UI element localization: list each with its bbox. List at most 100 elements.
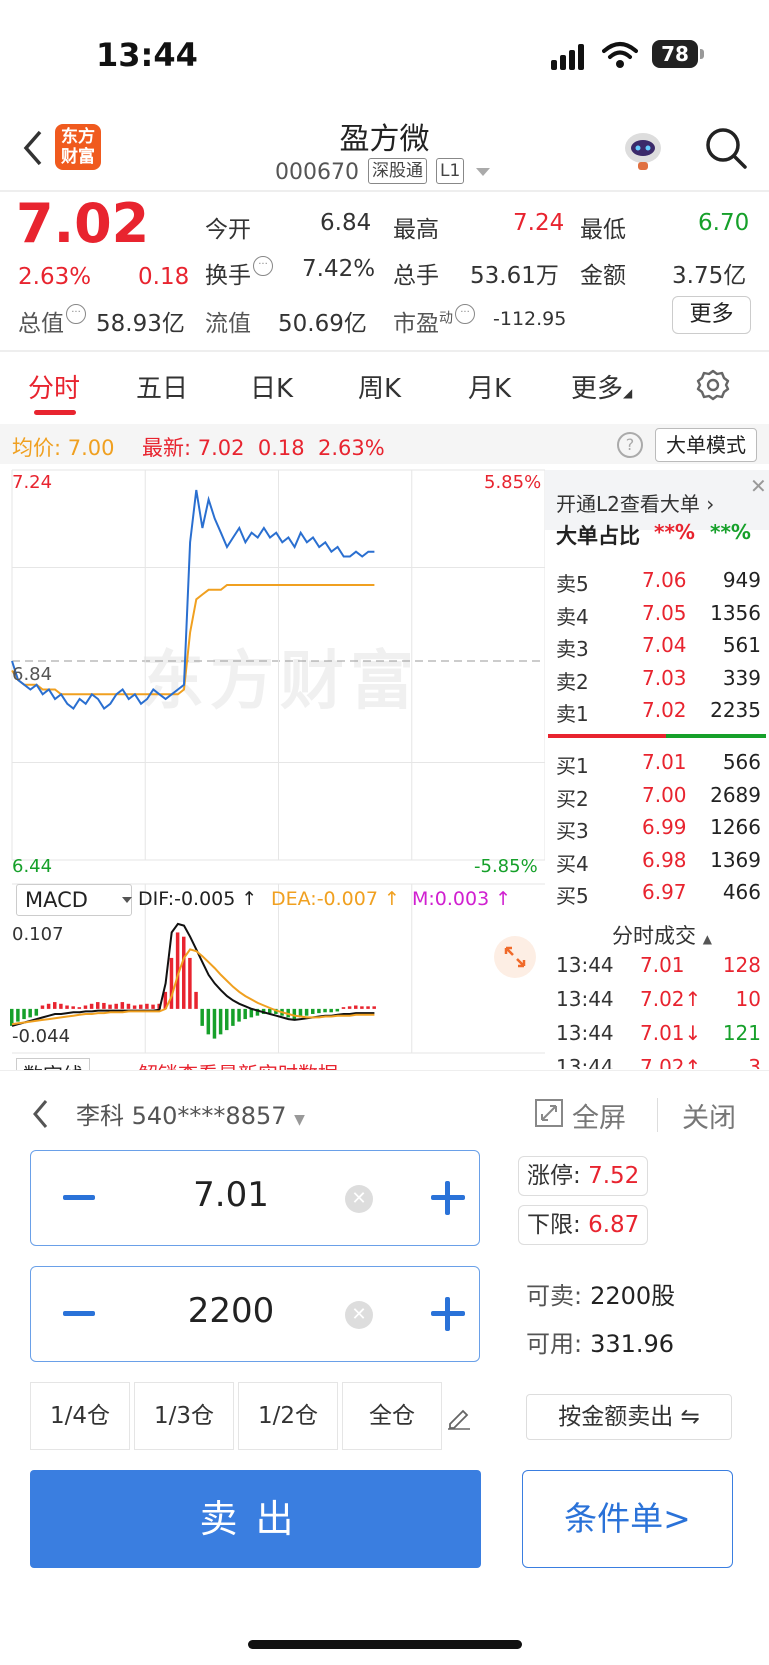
tab-more[interactable]: 更多◢ [571, 368, 632, 405]
macd-bar [206, 1008, 211, 1035]
macd-bar [366, 1006, 370, 1009]
fullscreen-icon[interactable] [534, 1098, 564, 1128]
position-full-button[interactable]: 全仓 [342, 1382, 442, 1450]
quantity-minus-button[interactable] [63, 1311, 95, 1316]
ask-level: 卖4 [556, 604, 589, 629]
chevron-left-icon[interactable] [30, 1097, 52, 1131]
mktcap-label: 总值 ··· [18, 304, 86, 338]
wifi-icon [602, 42, 638, 68]
indicator-selector[interactable]: MACD [16, 884, 132, 916]
quantity-input[interactable]: 2200 [131, 1291, 331, 1331]
pe-info-icon[interactable]: ··· [455, 304, 475, 324]
macd-bar [34, 1008, 39, 1016]
ask-level: 卖3 [556, 637, 589, 661]
price-plus-button[interactable] [431, 1181, 465, 1215]
dea-value: DEA:-0.007 ↑ [271, 888, 400, 910]
tick-time: 13:44 [556, 1055, 614, 1069]
bid-row[interactable]: 买2 7.00 2689 [556, 783, 761, 813]
ask-price: 7.03 [642, 665, 687, 690]
macd-bar [96, 1002, 100, 1009]
bid-row[interactable]: 买1 7.01 566 [556, 750, 761, 780]
bid-row[interactable]: 买3 6.99 1266 [556, 815, 761, 845]
help-icon[interactable]: ? [617, 432, 643, 458]
macd-bar [108, 1004, 112, 1009]
macd-bar [71, 1006, 75, 1009]
macd-bar [28, 1008, 32, 1018]
ask-row[interactable]: 卖5 7.06 949 [556, 568, 761, 598]
macd-bar [139, 1004, 143, 1009]
macd-bar [120, 1002, 125, 1009]
tick-row: 13:44 7.01 128 [556, 953, 761, 983]
stock-code: 000670 [275, 160, 359, 185]
limit-down-badge[interactable]: 下限: 6.87 [518, 1205, 649, 1245]
fullscreen-button[interactable]: 全屏 [572, 1096, 626, 1135]
position-half-button[interactable]: 1/2仓 [238, 1382, 338, 1450]
price-clear-icon[interactable]: ✕ [345, 1185, 373, 1213]
account-selector[interactable]: 李科 540****8857 ▼ [76, 1096, 305, 1131]
pe-value: -112.95 [493, 308, 567, 330]
close-icon[interactable]: ✕ [750, 474, 767, 498]
macd-bar [65, 1005, 69, 1009]
ticks-title[interactable]: 分时成交 ▲ [612, 920, 712, 950]
sellable-qty: 可卖: 2200股 [526, 1282, 676, 1310]
bid-row[interactable]: 买5 6.97 466 [556, 880, 761, 910]
bid-price: 6.97 [642, 880, 687, 904]
sell-by-amount-button[interactable]: 按金额卖出 ⇋ [526, 1394, 732, 1440]
macd-bar [89, 1003, 94, 1009]
tick-volume: 121 [722, 1021, 761, 1045]
tick-volume: 10 [735, 987, 761, 1011]
bid-volume: 566 [722, 750, 761, 774]
price-stepper: 7.01 ✕ [30, 1150, 480, 1246]
more-quote-button[interactable]: 更多 [672, 296, 751, 334]
tab-monthly-k[interactable]: 月K [468, 368, 511, 405]
limit-up-badge[interactable]: 涨停: 7.52 [518, 1156, 649, 1196]
tab-intraday[interactable]: 分时 [28, 368, 80, 405]
price-minus-button[interactable] [63, 1195, 95, 1200]
intraday-chart[interactable] [0, 466, 545, 1070]
turnover-info-icon[interactable]: ··· [253, 256, 273, 276]
big-ratio-label: 大单占比 [556, 524, 640, 548]
macd-bar [22, 1008, 26, 1020]
close-button[interactable]: 关闭 [682, 1096, 736, 1135]
ask-row[interactable]: 卖4 7.05 1356 [556, 601, 761, 631]
status-time: 13:44 [96, 36, 198, 74]
latest-price: 最新: 7.02 0.18 2.63% [142, 436, 385, 460]
ask-row[interactable]: 卖2 7.03 339 [556, 666, 761, 696]
amount-label: 金额 [580, 263, 626, 289]
chart-grid [11, 469, 545, 1054]
sell-button[interactable]: 卖出 [30, 1470, 481, 1568]
conditional-order-button[interactable]: 条件单> [522, 1470, 733, 1568]
change-percent: 2.63% [18, 264, 92, 290]
macd-bar [372, 1006, 376, 1009]
robot-assistant-icon[interactable] [620, 126, 666, 172]
tab-weekly-k[interactable]: 周K [358, 368, 401, 405]
divider [657, 1098, 658, 1132]
price-input[interactable]: 7.01 [131, 1175, 331, 1215]
tab-five-day[interactable]: 五日 [136, 368, 188, 405]
edit-icon[interactable] [446, 1404, 472, 1430]
expand-chart-button[interactable] [494, 936, 536, 978]
bid-level: 买2 [556, 786, 589, 811]
stock-dropdown-icon[interactable] [476, 168, 490, 176]
macd-bar [354, 1005, 358, 1009]
pct-axis-top: 5.85% [484, 472, 542, 493]
position-third-button[interactable]: 1/3仓 [134, 1382, 234, 1450]
mktcap-info-icon[interactable]: ··· [66, 304, 86, 324]
bid-level: 买3 [556, 819, 589, 843]
tab-daily-k[interactable]: 日K [250, 368, 293, 405]
ask-row[interactable]: 卖1 7.02 2235 [556, 698, 761, 728]
l2-promo[interactable]: 开通L2查看大单 › [556, 488, 714, 517]
big-order-mode-button[interactable]: 大单模式 [655, 428, 757, 462]
ask-bar [548, 734, 666, 738]
macd-bar [53, 1002, 57, 1009]
macd-bar [132, 1005, 137, 1009]
ask-row[interactable]: 卖3 7.04 561 [556, 633, 761, 663]
search-icon[interactable] [704, 126, 748, 170]
quantity-plus-button[interactable] [431, 1297, 465, 1331]
bid-row[interactable]: 买4 6.98 1369 [556, 848, 761, 878]
quantity-clear-icon[interactable]: ✕ [345, 1301, 373, 1329]
macd-histogram [10, 932, 376, 1039]
position-quarter-button[interactable]: 1/4仓 [30, 1382, 130, 1450]
gear-icon[interactable] [696, 368, 730, 402]
macd-bar [335, 1008, 340, 1012]
